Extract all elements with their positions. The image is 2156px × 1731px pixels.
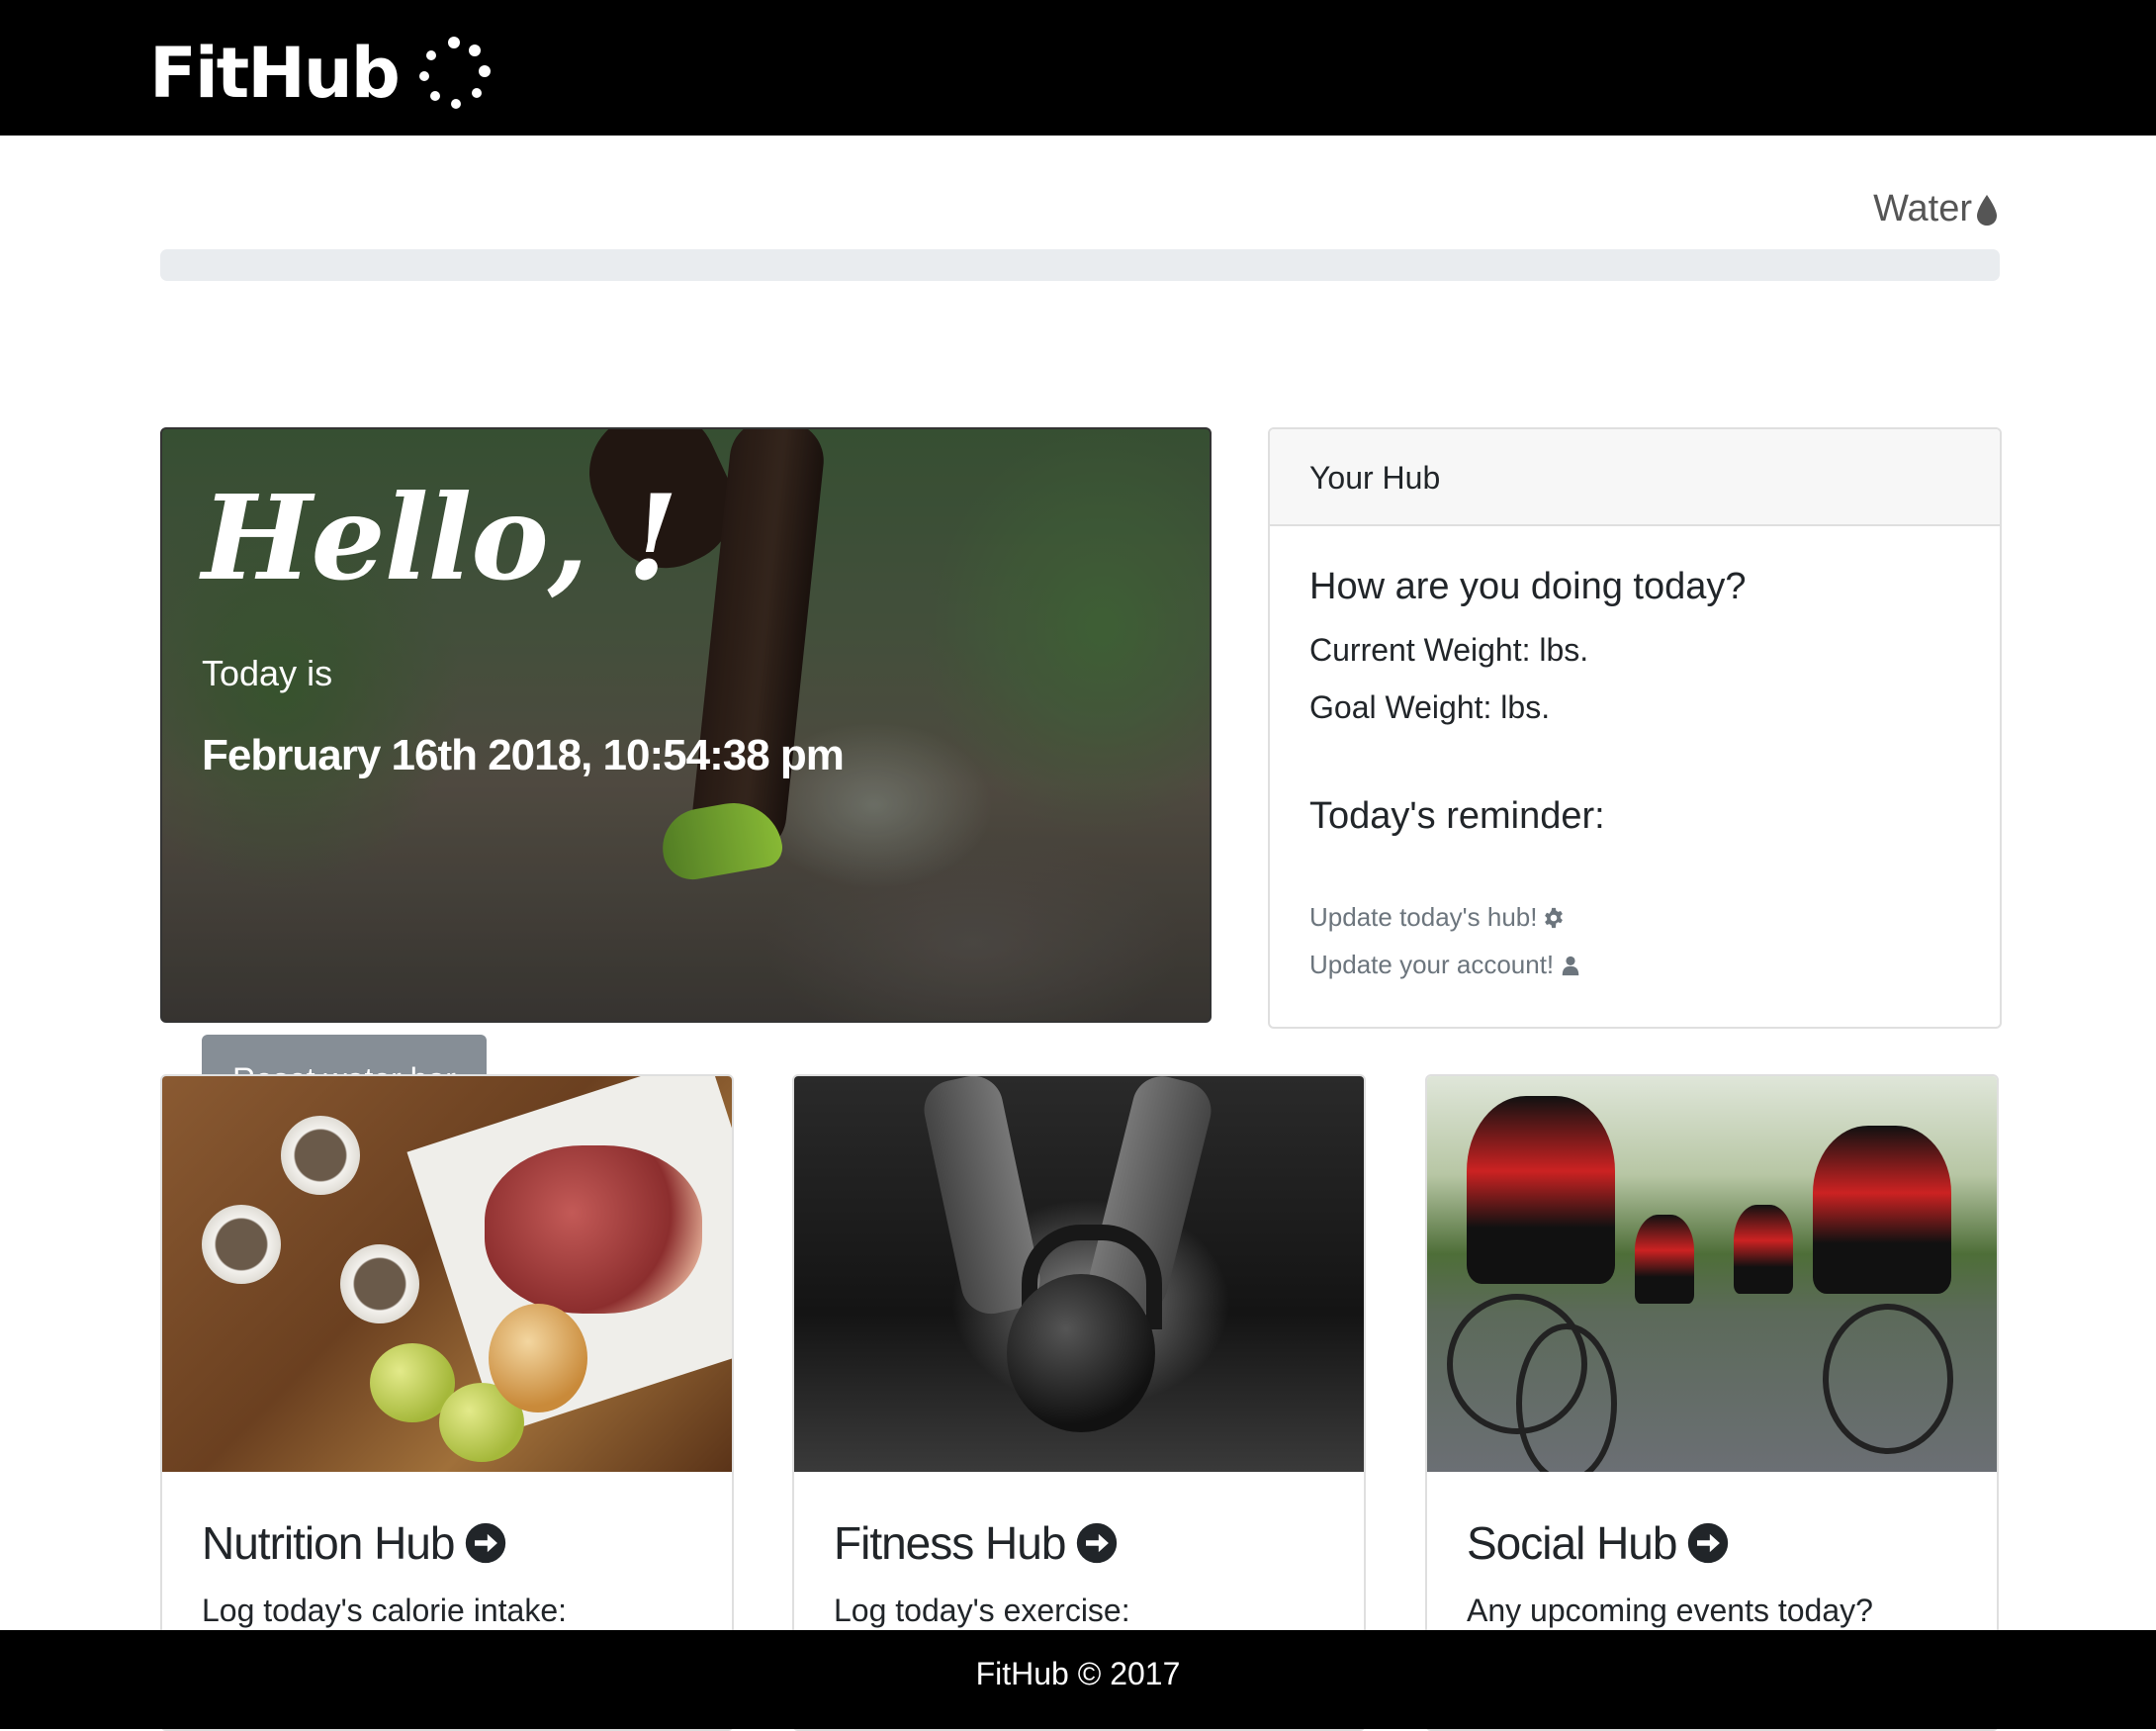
user-icon (1562, 956, 1579, 975)
arrow-circle-right-icon (1077, 1522, 1118, 1564)
footer-text: FitHub © 2017 (975, 1656, 1181, 1691)
update-account-link[interactable]: Update your account! (1309, 950, 1581, 980)
update-hub-link[interactable]: Update today's hub! (1309, 902, 1565, 933)
fitness-hub-title: Fitness Hub (834, 1517, 1066, 1569)
your-hub-card: Your Hub How are you doing today? Curren… (1268, 427, 2002, 1029)
greeting-heading: Hello, ! (202, 469, 678, 606)
nutrition-hub-title: Nutrition Hub (202, 1517, 455, 1569)
water-progress-bar (160, 249, 2000, 281)
update-hub-link-label: Update today's hub! (1309, 902, 1538, 932)
social-hub-subtitle: Any upcoming events today? (1467, 1593, 1873, 1628)
brand-name: FitHub (149, 33, 401, 114)
social-image (1427, 1076, 1997, 1472)
hub-question: How are you doing today? (1309, 566, 1747, 607)
social-hub-title: Social Hub (1467, 1517, 1677, 1569)
your-hub-header: Your Hub (1270, 429, 2000, 526)
social-hub-link[interactable]: Social Hub (1467, 1516, 1730, 1570)
water-drop-icon (1977, 194, 1997, 226)
water-label: Water (1873, 188, 2000, 230)
reminder-title: Today's reminder: (1309, 795, 1605, 837)
nutrition-hub-subtitle: Log today's calorie intake: (202, 1593, 567, 1628)
current-weight: Current Weight: lbs. (1309, 632, 1589, 668)
goal-weight: Goal Weight: lbs. (1309, 689, 1551, 725)
nutrition-hub-link[interactable]: Nutrition Hub (202, 1516, 507, 1570)
arrow-circle-right-icon (466, 1522, 506, 1564)
update-account-link-label: Update your account! (1309, 950, 1555, 979)
dots-ring-logo-icon (418, 37, 491, 109)
arrow-circle-right-icon (1688, 1522, 1729, 1564)
nutrition-image (162, 1076, 732, 1472)
gear-icon (1545, 907, 1564, 928)
fitness-hub-subtitle: Log today's exercise: (834, 1593, 1130, 1628)
fitness-hub-link[interactable]: Fitness Hub (834, 1516, 1119, 1570)
footer: FitHub © 2017 (0, 1630, 2156, 1729)
fitness-image (794, 1076, 1364, 1472)
current-datetime: February 16th 2018, 10:54:38 pm (202, 731, 845, 779)
top-navbar: FitHub (0, 0, 2156, 136)
brand-link[interactable]: FitHub (149, 34, 494, 113)
hero-banner: Hello, ! Today is February 16th 2018, 10… (160, 427, 1212, 1023)
water-label-text: Water (1873, 188, 1972, 229)
today-is-label: Today is (202, 653, 333, 693)
